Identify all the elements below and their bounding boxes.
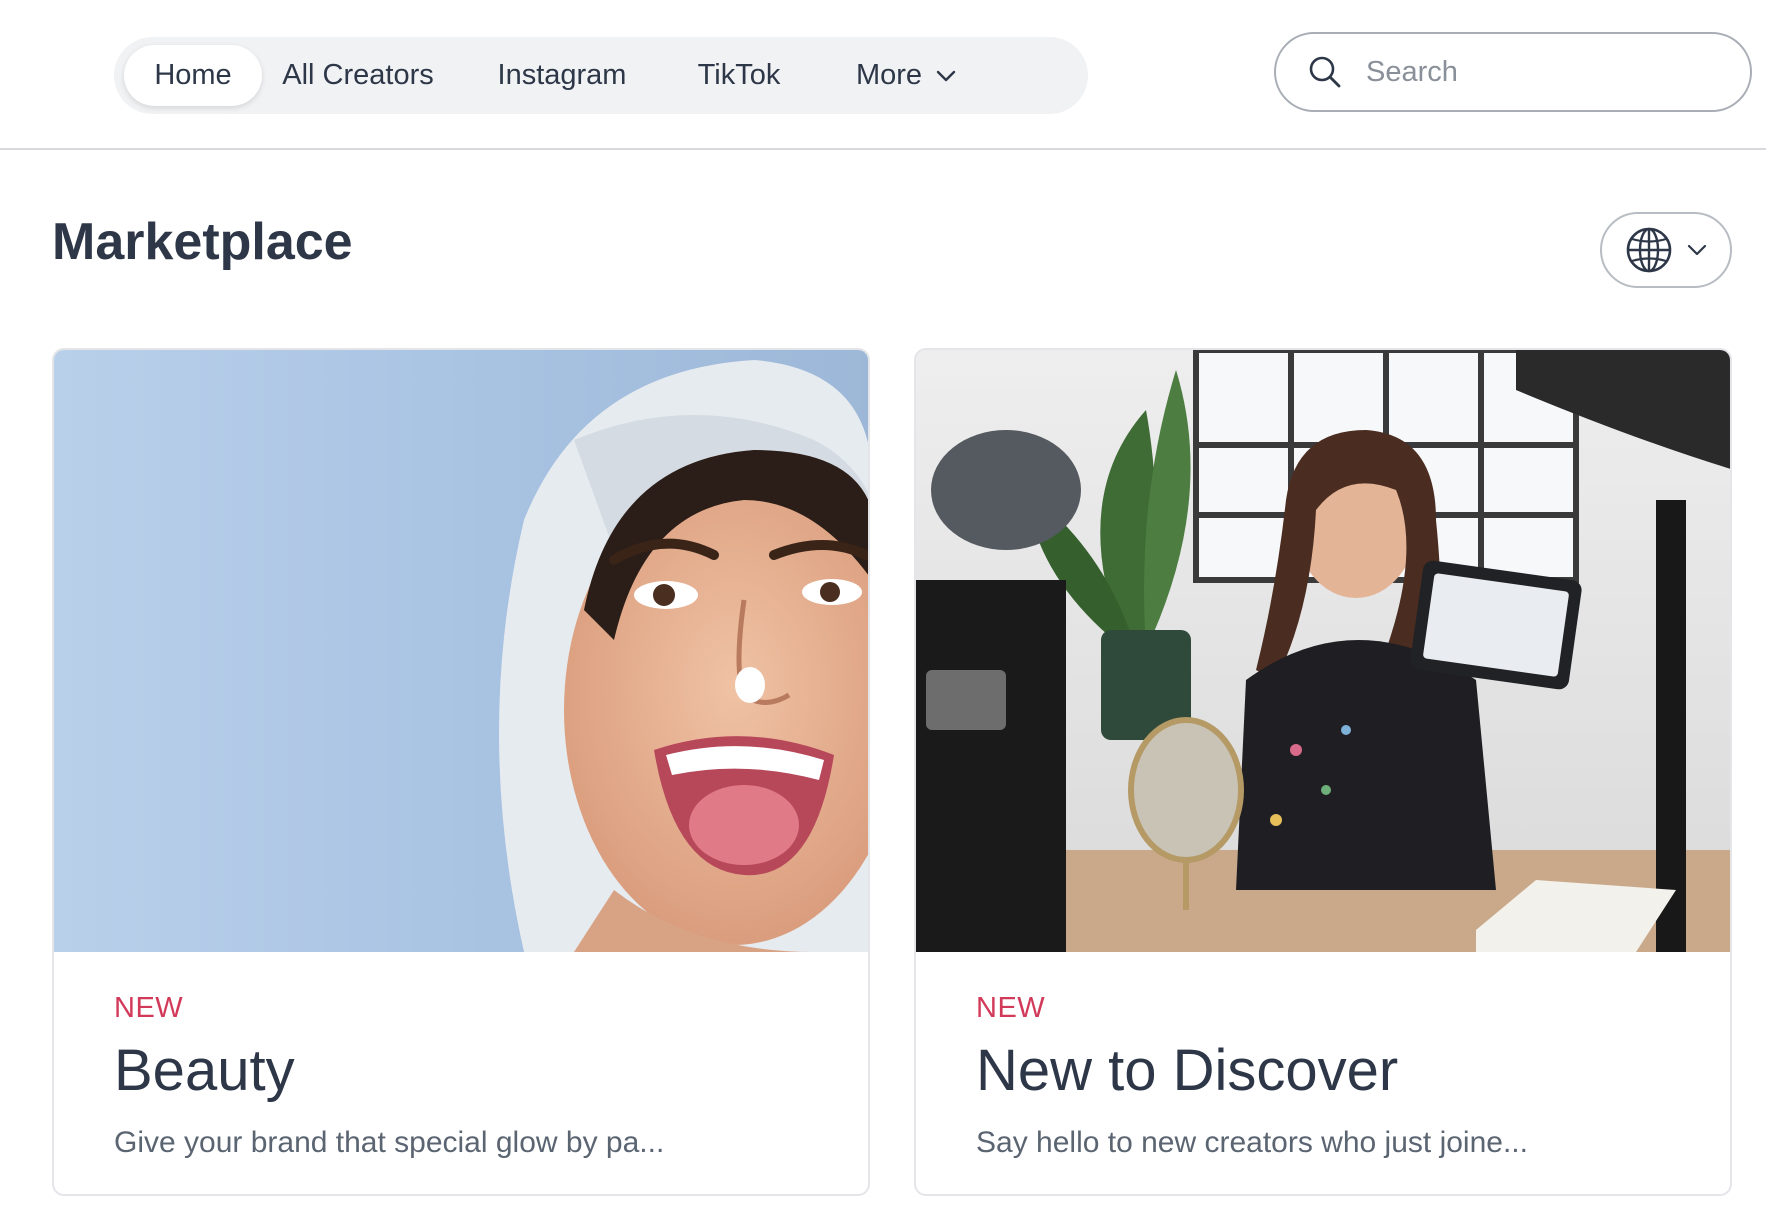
nav-item-home[interactable]: Home <box>124 45 262 106</box>
chevron-down-icon <box>1687 244 1707 256</box>
new-badge: NEW <box>114 992 184 1024</box>
category-card-beauty[interactable]: NEW Beauty Give your brand that special … <box>52 348 870 1196</box>
card-title: Beauty <box>114 1038 295 1103</box>
nav-item-tiktok[interactable]: TikTok <box>674 45 804 106</box>
card-body: NEW New to Discover Say hello to new cre… <box>976 992 1690 1160</box>
card-title: New to Discover <box>976 1038 1399 1103</box>
category-card-new-to-discover[interactable]: NEW New to Discover Say hello to new cre… <box>914 348 1732 1196</box>
card-description: Say hello to new creators who just joine… <box>976 1126 1528 1159</box>
language-region-selector[interactable] <box>1600 212 1732 288</box>
nav-item-more[interactable]: More <box>830 45 982 106</box>
card-image-beauty <box>54 350 868 952</box>
globe-icon <box>1626 227 1672 273</box>
nav-item-instagram[interactable]: Instagram <box>472 45 652 106</box>
category-nav: Home All Creators Instagram TikTok More <box>114 37 1088 114</box>
page-title: Marketplace <box>52 213 353 271</box>
card-image-new-to-discover <box>916 350 1730 952</box>
card-description: Give your brand that special glow by pa.… <box>114 1126 665 1159</box>
card-body: NEW Beauty Give your brand that special … <box>114 992 828 1160</box>
search-icon <box>1309 56 1341 88</box>
new-badge: NEW <box>976 992 1046 1024</box>
search-input[interactable] <box>1366 55 1726 89</box>
chevron-down-icon <box>936 70 956 81</box>
nav-item-more-label: More <box>855 59 923 91</box>
search-field[interactable] <box>1274 32 1752 112</box>
nav-item-all-creators[interactable]: All Creators <box>274 45 442 106</box>
top-navigation-bar: Home All Creators Instagram TikTok More <box>0 0 1766 150</box>
